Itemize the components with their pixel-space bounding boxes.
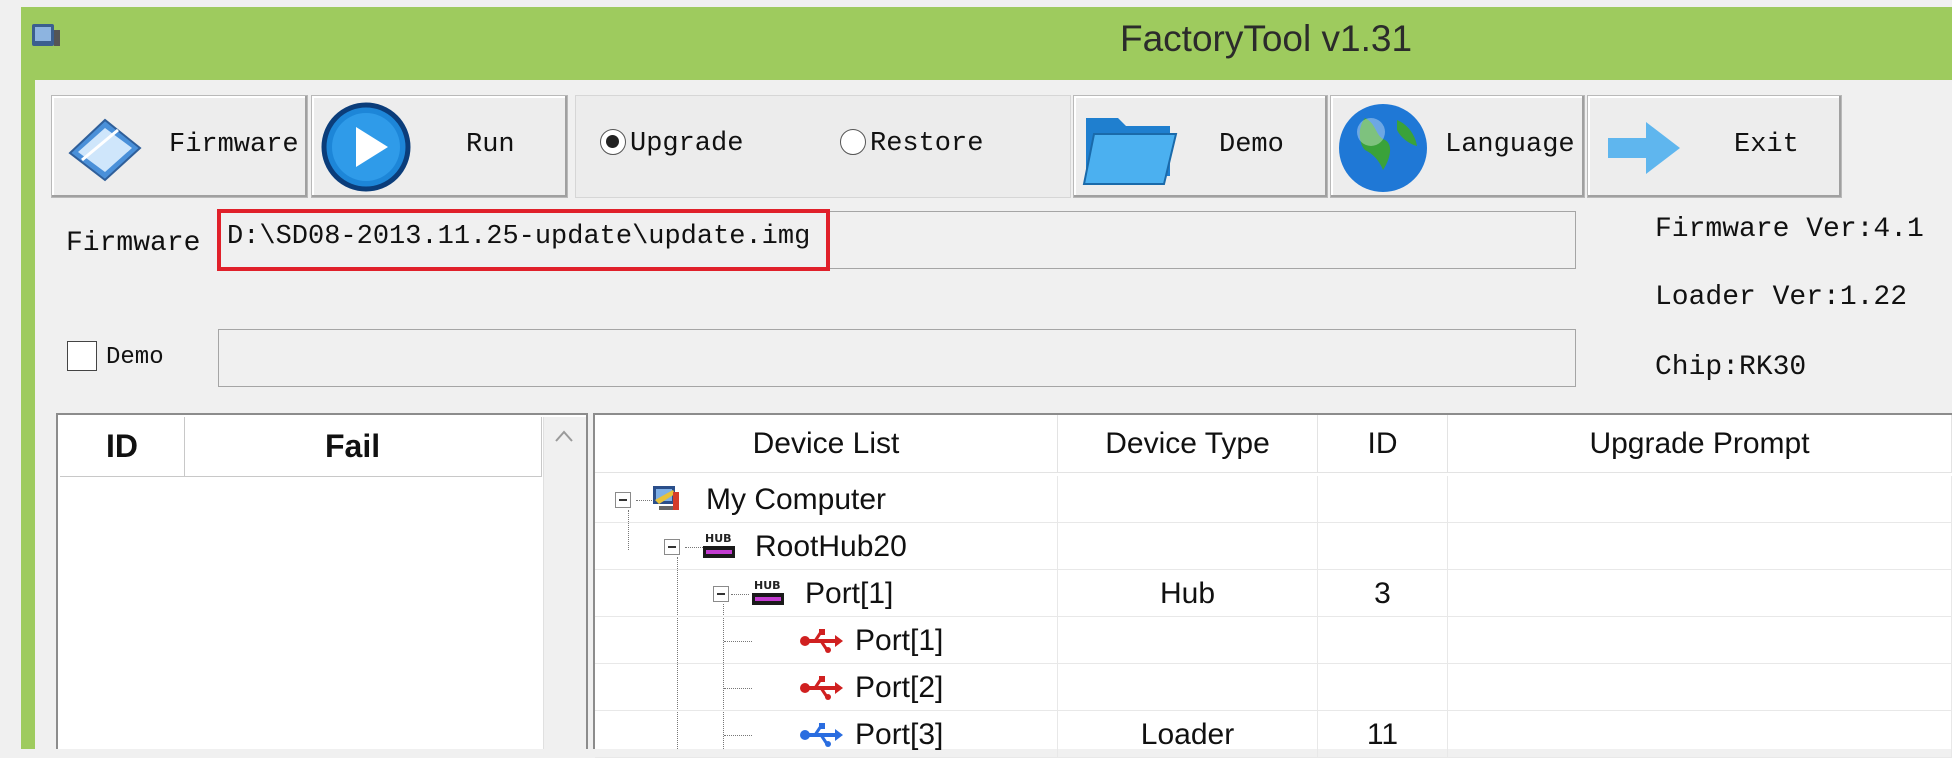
hub-icon: HUB [752,579,784,605]
chip-info: Chip:RK30 [1655,352,1807,383]
loader-version: Loader Ver:1.22 [1655,282,1908,313]
firmware-icon [68,118,142,182]
device-id-header[interactable]: ID [1318,415,1448,473]
device-id-cell: 11 [1318,711,1448,758]
usb-icon [800,629,843,653]
svg-text:HUB: HUB [754,579,781,592]
firmware-version: Firmware Ver:4.1 [1655,214,1924,245]
upgrade-prompt-cell [1448,664,1952,711]
device-id-cell [1318,476,1448,523]
device-type-header[interactable]: Device Type [1058,415,1318,473]
window-frame-left [21,7,35,749]
language-button-label: Language [1445,130,1575,160]
window-edge [0,0,21,749]
restore-radio[interactable]: Restore [840,129,983,159]
hub-icon: HUB [703,532,735,558]
table-row[interactable]: Hub 3 HUB Port[1] [595,570,1952,617]
fail-header-fail[interactable]: Fail [185,417,542,477]
window-title: FactoryTool v1.31 [1120,18,1413,59]
exit-button[interactable]: Exit [1587,95,1842,198]
firmware-button[interactable]: Firmware [51,95,308,198]
arrow-right-icon [1608,122,1680,174]
upgrade-prompt-cell [1448,523,1952,570]
device-id-cell [1318,664,1448,711]
device-type-cell: Loader [1058,711,1318,758]
firmware-path-highlight [217,209,830,271]
svg-text:HUB: HUB [705,532,732,545]
folder-icon [1082,118,1178,185]
computer-icon [653,486,679,510]
device-type-cell [1058,523,1318,570]
upgrade-radio-label: Upgrade [630,129,744,159]
title-bar[interactable] [21,7,1952,80]
fail-header-id-label: ID [106,428,138,464]
table-row[interactable]: HUB RootHub20 [595,523,1952,570]
upgrade-prompt-header[interactable]: Upgrade Prompt [1448,415,1952,473]
collapse-toggle[interactable] [713,586,729,602]
mode-radio-group: Upgrade Restore [575,95,1071,198]
demo-button[interactable]: Demo [1073,95,1328,198]
play-icon [321,102,411,192]
device-type-cell [1058,476,1318,523]
radio-selected-indicator [600,129,626,155]
usb-icon [800,723,843,747]
fail-list-scrollbar[interactable] [543,417,586,749]
table-row[interactable]: Port[2] [595,664,1952,711]
tree-node-label: Port[1] [805,577,894,610]
table-row[interactable]: Port[1] [595,617,1952,664]
upgrade-prompt-cell [1448,617,1952,664]
demo-button-label: Demo [1219,130,1284,160]
firmware-button-label: Firmware [169,130,299,160]
radio-unselected-indicator [840,129,866,155]
device-type-cell [1058,617,1318,664]
demo-checkbox-label: Demo [106,344,164,371]
language-button[interactable]: Language [1330,95,1585,198]
tree-node-label: Port[2] [855,671,944,704]
tree-node-label: My Computer [706,483,887,516]
upgrade-prompt-cell [1448,711,1952,758]
device-list-header[interactable]: Device List [595,415,1058,473]
run-button[interactable]: Run [311,95,568,198]
scroll-up-icon[interactable] [553,428,575,444]
restore-radio-label: Restore [870,129,984,159]
globe-icon [1339,104,1427,192]
tree-node-label: Port[3] [855,718,944,751]
device-type-cell: Hub [1058,570,1318,617]
demo-path-field[interactable] [218,329,1576,387]
table-row[interactable]: My Computer [595,476,1952,523]
upgrade-radio[interactable]: Upgrade [600,129,743,159]
tree-node-label: Port[1] [855,624,944,657]
device-id-cell [1318,523,1448,570]
app-icon[interactable] [28,18,64,54]
device-id-cell: 3 [1318,570,1448,617]
table-row[interactable]: Loader 11 Port[3] [595,711,1952,758]
usb-icon [800,676,843,700]
demo-checkbox[interactable] [67,341,97,371]
tree-node-label: RootHub20 [755,530,907,563]
device-type-cell [1058,664,1318,711]
fail-header-fail-label: Fail [325,428,381,464]
firmware-field-label: Firmware [66,228,201,259]
upgrade-prompt-cell [1448,476,1952,523]
collapse-toggle[interactable] [615,492,631,508]
collapse-toggle[interactable] [664,539,680,555]
device-id-cell [1318,617,1448,664]
exit-button-label: Exit [1734,130,1799,160]
upgrade-prompt-cell [1448,570,1952,617]
fail-header-id[interactable]: ID [60,417,185,477]
run-button-label: Run [466,130,515,160]
